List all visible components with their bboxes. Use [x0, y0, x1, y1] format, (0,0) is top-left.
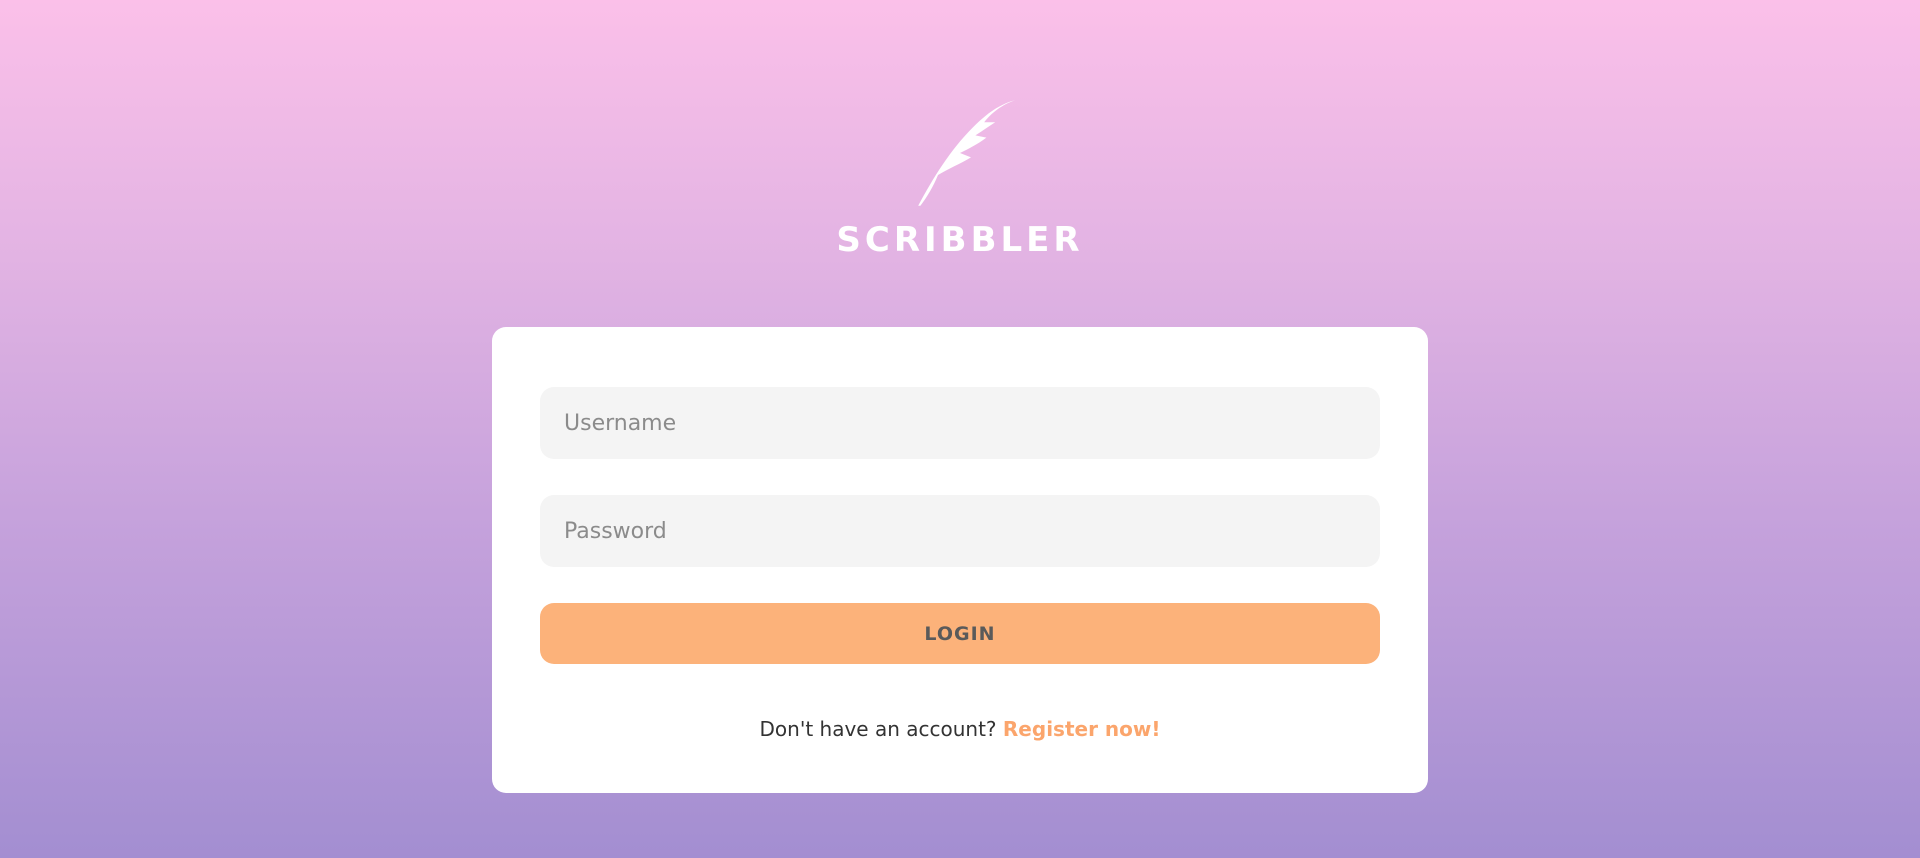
register-prompt: Don't have an account? Register now! — [492, 717, 1428, 741]
register-prompt-text: Don't have an account? — [759, 717, 997, 741]
password-input[interactable] — [540, 495, 1380, 567]
login-card: LOGIN Don't have an account? Register no… — [492, 327, 1428, 793]
feather-quill-icon — [918, 100, 1015, 206]
register-link[interactable]: Register now! — [1003, 717, 1161, 741]
brand-name: SCRIBBLER — [836, 220, 1084, 260]
login-button[interactable]: LOGIN — [540, 603, 1380, 664]
brand-header: SCRIBBLER — [0, 98, 1920, 260]
username-input[interactable] — [540, 387, 1380, 459]
